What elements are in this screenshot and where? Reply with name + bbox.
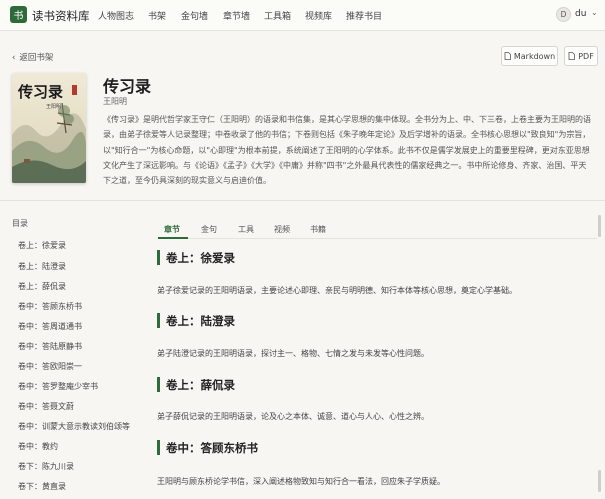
toc-item[interactable]: 卷中：答聂文蔚 — [18, 401, 74, 412]
chevron-down-icon[interactable]: ⌄ — [591, 8, 598, 17]
toc-item[interactable]: 卷中：答欧阳崇一 — [18, 361, 82, 372]
top-navbar: 书 读书资料库 人物图志 书架 金句墙 章节墙 工具箱 视频库 推荐书目 D d… — [0, 0, 605, 31]
nav-item-chapters[interactable]: 章节墙 — [223, 9, 250, 22]
toc-item[interactable]: 卷中：答顾东桥书 — [18, 301, 82, 312]
toc-item[interactable]: 卷上：徐爱录 — [18, 240, 66, 251]
avatar[interactable]: D — [556, 7, 571, 22]
export-markdown-button[interactable]: Markdown — [501, 46, 558, 66]
section-accent-bar — [157, 250, 160, 265]
section-title: 卷上：徐爱录 — [166, 251, 235, 265]
cover-seal — [72, 85, 77, 95]
scrollbar-thumb[interactable] — [598, 470, 601, 492]
section-title: 卷上：薛侃录 — [166, 378, 235, 392]
toc-item[interactable]: 卷上：薛侃录 — [18, 281, 66, 292]
nav-item-videos[interactable]: 视频库 — [305, 9, 332, 22]
nav-item-quotes[interactable]: 金句墙 — [181, 9, 208, 22]
user-name[interactable]: du — [575, 9, 586, 19]
tab-tools[interactable]: 工具 — [238, 224, 254, 235]
header-divider — [0, 200, 605, 201]
tab-chapters[interactable]: 章节 — [164, 224, 180, 235]
toc-item[interactable]: 卷中：教约 — [18, 441, 58, 452]
toc-item[interactable]: 卷中：训蒙大意示教读刘伯颂等 — [18, 421, 130, 432]
section-description: 弟子陆澄记录的王阳明语录，探讨主一、格物、七情之发与未发等心性问题。 — [157, 349, 429, 358]
section-description: 弟子薛侃记录的王阳明语录，论及心之本体、诚意、道心与人心、心性之辨。 — [157, 412, 429, 421]
tab-underline — [157, 238, 597, 239]
toc-item[interactable]: 卷上：陆澄录 — [18, 261, 66, 272]
nav-item-toolbox[interactable]: 工具箱 — [264, 9, 291, 22]
book-title: 传习录 — [103, 77, 152, 96]
tab-books[interactable]: 书籍 — [310, 224, 326, 235]
section-title: 卷上：陆澄录 — [166, 314, 235, 328]
chevron-left-icon: ‹ — [12, 53, 16, 63]
toc-item[interactable]: 卷下：陈九川录 — [18, 461, 74, 472]
section-title: 卷中：答顾东桥书 — [166, 441, 258, 455]
tab-videos[interactable]: 视频 — [274, 224, 290, 235]
book-author: 王阳明 — [103, 97, 127, 106]
export-pdf-button[interactable]: PDF — [564, 46, 598, 66]
section-accent-bar — [157, 440, 160, 455]
document-icon — [568, 52, 576, 60]
toc-item[interactable]: 卷中：答周道通书 — [18, 321, 82, 332]
section-accent-bar — [157, 313, 160, 328]
back-to-bookshelf-link[interactable]: ‹ 返回书架 — [12, 51, 53, 63]
toc-title: 目录 — [12, 219, 28, 228]
cover-author: 王阳明 — [46, 104, 62, 110]
section-accent-bar — [157, 377, 160, 392]
site-logo[interactable]: 书 — [10, 6, 27, 23]
section-description: 弟子徐爱记录的王阳明语录，主要论述心即理、亲民与明明德、知行本体等核心思想，奠定… — [157, 286, 517, 295]
nav-item-bookshelf[interactable]: 书架 — [148, 9, 166, 22]
toc-item[interactable]: 卷下：黄直录 — [18, 481, 66, 492]
scrollbar-thumb[interactable] — [598, 215, 601, 237]
book-cover: 传习录 王阳明 — [12, 73, 86, 183]
section-description: 王阳明与顾东桥论学书信，深入阐述格物致知与知行合一看法，回应朱子学质疑。 — [157, 477, 445, 486]
tab-active-indicator — [158, 237, 188, 239]
cover-title: 传习录 — [18, 83, 64, 101]
document-icon — [504, 52, 511, 60]
toc-item[interactable]: 卷中：答罗整庵少宰书 — [18, 381, 98, 392]
toc-item[interactable]: 卷中：答陆原静书 — [18, 341, 82, 352]
nav-item-people[interactable]: 人物图志 — [98, 9, 134, 22]
site-name[interactable]: 读书资料库 — [32, 8, 90, 24]
tab-quotes[interactable]: 金句 — [201, 224, 217, 235]
nav-item-recommended[interactable]: 推荐书目 — [346, 9, 382, 22]
book-description: 《传习录》是明代哲学家王守仁（王阳明）的语录和书信集，是其心学思想的集中体现。全… — [103, 115, 591, 186]
